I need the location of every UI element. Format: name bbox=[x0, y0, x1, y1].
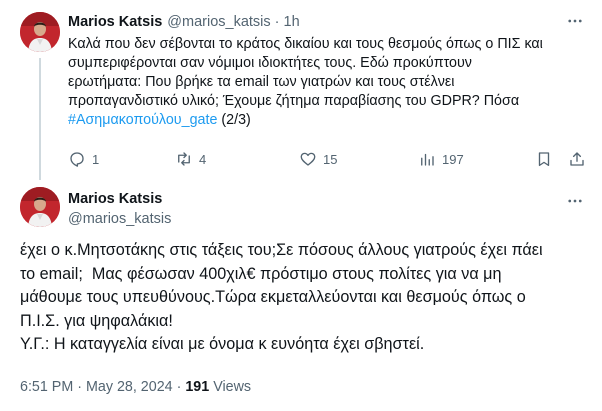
avatar[interactable] bbox=[20, 12, 60, 52]
share-button[interactable] bbox=[568, 149, 586, 169]
views-count: 191 bbox=[185, 379, 210, 395]
thread-connector-line bbox=[39, 58, 41, 180]
tweet-date[interactable]: May 28, 2024 bbox=[86, 379, 173, 395]
tweet-text-main: Καλά που δεν σέβονται το κράτος δικαίου … bbox=[68, 36, 543, 109]
repost-icon bbox=[178, 152, 190, 166]
tweet-text: έχει ο κ.Μητσοτάκης στις τάξεις του;Σε π… bbox=[20, 241, 543, 353]
thread-counter: (2/3) bbox=[217, 112, 251, 128]
repost-button[interactable]: 4 bbox=[175, 149, 206, 169]
views-icon bbox=[421, 153, 434, 166]
tweet-header: Marios Katsis @marios_katsis · 1h bbox=[68, 13, 300, 31]
share-icon bbox=[570, 152, 584, 166]
more-options-button[interactable] bbox=[564, 190, 586, 212]
views-count: 197 bbox=[442, 151, 464, 167]
bookmark-button[interactable] bbox=[535, 149, 553, 169]
tweet-focused: Marios Katsis @marios_katsis έχει ο κ.Μη… bbox=[0, 176, 602, 411]
hashtag-link[interactable]: #Ασημακοπούλου_gate bbox=[68, 112, 217, 128]
bookmark-icon bbox=[538, 152, 550, 167]
reply-button[interactable]: 1 bbox=[68, 149, 99, 169]
reply-count: 1 bbox=[92, 151, 100, 167]
like-button[interactable]: 15 bbox=[299, 149, 337, 169]
tweet-parent[interactable]: Marios Katsis @marios_katsis · 1h Καλά π… bbox=[0, 0, 602, 180]
tweet-time[interactable]: 1h bbox=[284, 14, 300, 30]
avatar[interactable] bbox=[20, 187, 60, 227]
like-count: 15 bbox=[323, 151, 338, 167]
reply-icon bbox=[70, 152, 84, 167]
more-icon bbox=[568, 199, 582, 203]
separator-dot: · bbox=[77, 379, 82, 395]
views-button[interactable]: 197 bbox=[418, 149, 464, 169]
more-icon bbox=[568, 19, 582, 23]
tweet-text: Καλά που δεν σέβονται το κράτος δικαίου … bbox=[68, 35, 588, 130]
like-icon bbox=[300, 152, 316, 166]
separator-dot: · bbox=[176, 379, 182, 395]
repost-count: 4 bbox=[199, 151, 207, 167]
tweet-meta: 6:51 PM · May 28, 2024 · 191 Views bbox=[20, 379, 251, 395]
tweet-time[interactable]: 6:51 PM bbox=[20, 379, 73, 395]
tweet-actions: 1 4 15 197 bbox=[68, 149, 588, 169]
views-label: Views bbox=[213, 379, 252, 395]
author-name[interactable]: Marios Katsis bbox=[68, 14, 162, 30]
author-handle[interactable]: @marios_katsis bbox=[68, 211, 171, 227]
author-handle[interactable]: @marios_katsis bbox=[167, 14, 270, 30]
author-name[interactable]: Marios Katsis bbox=[68, 191, 162, 207]
more-options-button[interactable] bbox=[564, 10, 586, 32]
separator-dot: · bbox=[274, 14, 280, 30]
